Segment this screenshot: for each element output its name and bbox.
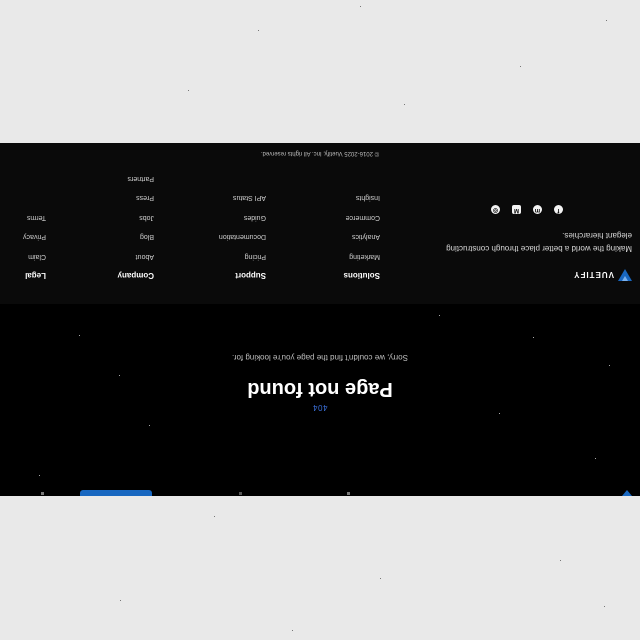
footer-link[interactable]: Pricing <box>186 242 266 262</box>
site-footer: VUETIFY Making the world a better place … <box>0 143 640 304</box>
background-speck <box>560 560 561 561</box>
background-speck <box>360 6 361 7</box>
page-subtitle: Sorry, we couldn't find the page you're … <box>232 353 408 362</box>
background-speck <box>380 578 381 579</box>
footer-column-company: Company About Blog Jobs Press Partners <box>74 164 154 280</box>
footer-link[interactable]: Claim <box>2 242 46 262</box>
background-speck <box>258 30 259 31</box>
social-links: f m M ◎ <box>491 205 563 214</box>
star-speck <box>533 337 534 338</box>
primary-action-button[interactable] <box>80 490 152 496</box>
footer-column-heading: Company <box>117 271 154 280</box>
instagram-icon[interactable]: ◎ <box>491 205 500 214</box>
footer-link[interactable]: Documentation <box>186 222 266 242</box>
error-code: 404 <box>312 403 328 412</box>
footer-link[interactable]: Press <box>74 183 154 203</box>
footer-link[interactable]: Jobs <box>74 203 154 223</box>
footer-column-heading: Support <box>235 271 266 280</box>
nav-item[interactable] <box>347 492 350 495</box>
background-speck <box>606 20 607 21</box>
footer-column-support: Support Pricing Documentation Guides API… <box>186 183 266 281</box>
rotated-page: 404 Page not found Sorry, we couldn't fi… <box>0 143 640 496</box>
footer-link[interactable]: Marketing <box>300 242 380 262</box>
footer-column-solutions: Solutions Marketing Analytics Commerce I… <box>300 183 380 281</box>
footer-column-heading: Legal <box>25 271 46 280</box>
page-title: Page not found <box>247 378 393 400</box>
footer-link[interactable]: API Status <box>186 183 266 203</box>
medium-icon[interactable]: M <box>512 205 521 214</box>
background-speck <box>520 66 521 67</box>
facebook-icon[interactable]: f <box>554 205 563 214</box>
star-speck <box>595 458 596 459</box>
app-bar <box>0 490 640 496</box>
background-speck <box>292 630 293 631</box>
vuetify-logo-icon[interactable] <box>622 490 632 496</box>
mastodon-icon[interactable]: m <box>533 205 542 214</box>
background-speck <box>120 600 121 601</box>
star-speck <box>149 425 150 426</box>
background-speck <box>604 606 605 607</box>
footer-column-legal: Legal Claim Privacy Terms <box>2 203 46 280</box>
footer-column-heading: Solutions <box>343 271 380 280</box>
footer-link[interactable]: Blog <box>74 222 154 242</box>
star-speck <box>609 365 610 366</box>
background-speck <box>214 516 215 517</box>
star-speck <box>119 375 120 376</box>
footer-tagline: Making the world a better place through … <box>446 231 632 253</box>
background-speck <box>404 104 405 105</box>
footer-link[interactable]: Terms <box>2 203 46 223</box>
brand-name: VUETIFY <box>573 270 614 280</box>
star-speck <box>79 335 80 336</box>
footer-link[interactable]: Privacy <box>2 222 46 242</box>
footer-link[interactable]: Commerce <box>300 203 380 223</box>
background-speck <box>188 90 189 91</box>
star-speck <box>439 315 440 316</box>
footer-link[interactable]: Partners <box>74 164 154 184</box>
footer-link[interactable]: Analytics <box>300 222 380 242</box>
copyright-text: © 2016-2025 Vuetify, Inc. All rights res… <box>260 150 380 156</box>
footer-link[interactable]: Insights <box>300 183 380 203</box>
star-speck <box>39 475 40 476</box>
star-speck <box>499 413 500 414</box>
nav-item[interactable] <box>239 492 242 495</box>
nav-item[interactable] <box>41 492 44 495</box>
footer-link[interactable]: About <box>74 242 154 262</box>
footer-link[interactable]: Guides <box>186 203 266 223</box>
footer-brand[interactable]: VUETIFY <box>573 269 632 281</box>
vuetify-logo-icon <box>618 269 632 281</box>
